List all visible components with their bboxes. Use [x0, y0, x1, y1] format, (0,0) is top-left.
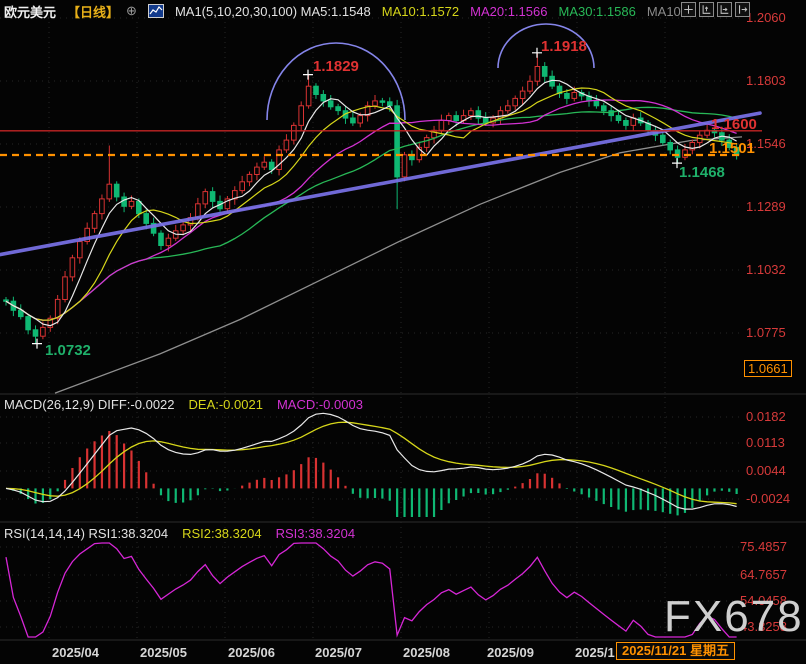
- macd-dea-value: DEA:-0.0021: [189, 397, 263, 412]
- current-date-badge: 2025/11/21 星期五: [616, 642, 735, 660]
- rsi-header: RSI(14,14,14) RSI1:38.3204 RSI2:38.3204 …: [4, 526, 355, 541]
- ma10-value: MA10:1.1572: [382, 4, 459, 19]
- period-label: 【日线】: [67, 2, 119, 21]
- header-bar: 欧元美元 【日线】 ⊕ MA1(5,10,20,30,100) MA5:1.15…: [4, 1, 681, 21]
- macd-title: MACD(26,12,9) DIFF:-0.0022: [4, 397, 175, 412]
- min-price-badge: 1.0661: [744, 360, 792, 377]
- ma-settings-label: MA1(5,10,20,30,100) MA5:1.1548: [175, 4, 371, 19]
- toolbar: [681, 2, 750, 17]
- pan-icon[interactable]: [681, 2, 696, 17]
- ma20-value: MA20:1.1566: [470, 4, 547, 19]
- scale-y-axis-icon[interactable]: [699, 2, 714, 17]
- exit-fullscreen-icon[interactable]: [735, 2, 750, 17]
- chart-app: 1.20601.18031.15461.12891.10321.07750.01…: [0, 0, 806, 664]
- watermark: FX678: [664, 592, 804, 642]
- rsi3-value: RSI3:38.3204: [276, 526, 356, 541]
- chart-canvas[interactable]: [0, 0, 806, 664]
- scale-x-axis-icon[interactable]: [717, 2, 732, 17]
- expand-icon[interactable]: ⊕: [126, 3, 137, 19]
- ma100-label: MA10: [647, 4, 681, 19]
- rsi-title: RSI(14,14,14) RSI1:38.3204: [4, 526, 168, 541]
- chart-type-icon[interactable]: [148, 4, 164, 18]
- macd-value: MACD:-0.0003: [277, 397, 363, 412]
- symbol-title: 欧元美元: [4, 2, 56, 21]
- ma30-value: MA30:1.1586: [558, 4, 635, 19]
- rsi2-value: RSI2:38.3204: [182, 526, 262, 541]
- macd-header: MACD(26,12,9) DIFF:-0.0022 DEA:-0.0021 M…: [4, 397, 363, 412]
